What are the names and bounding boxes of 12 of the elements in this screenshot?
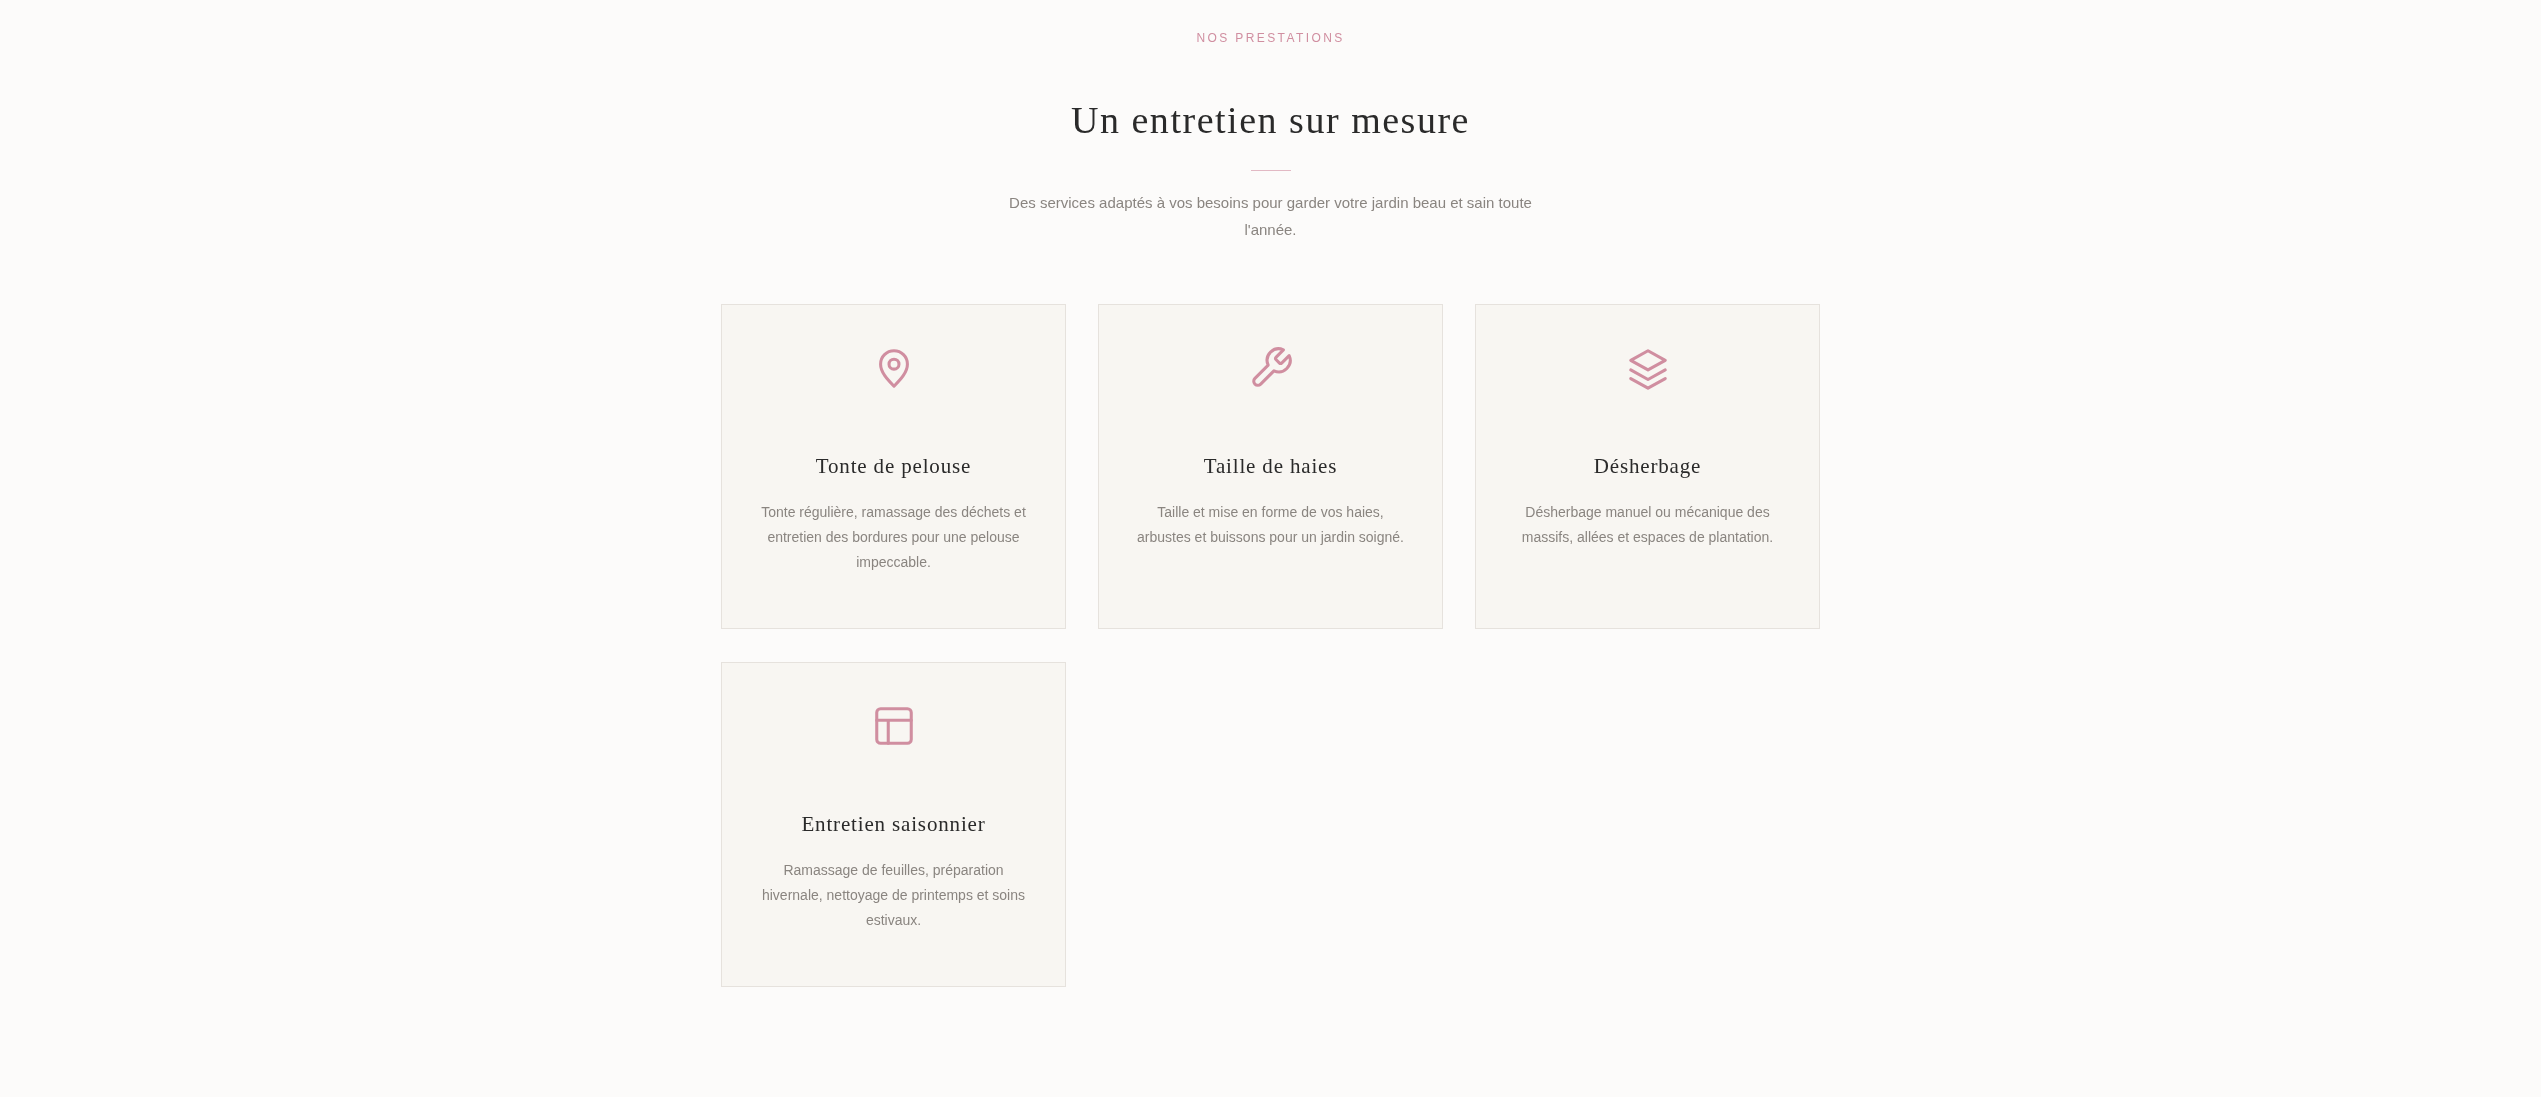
service-title: Désherbage	[1593, 453, 1702, 479]
section-eyebrow: NOS PRESTATIONS	[1196, 31, 1345, 45]
service-description: Tonte régulière, ramassage des déchets et entretien des bordures pour une pelouse impeccable.	[760, 503, 1027, 572]
service-title: Tonte de pelouse	[815, 453, 972, 479]
service-description: Taille et mise en forme de vos haies, arbustes et buissons pour un jardin soigné.	[1136, 503, 1405, 547]
section-title: Un entretien sur mesure	[1071, 98, 1470, 143]
service-title: Entretien saisonnier	[801, 811, 986, 837]
service-title: Taille de haies	[1203, 453, 1338, 479]
service-description: Ramassage de feuilles, préparation hivernale, nettoyage de printemps et soins estivaux.	[760, 861, 1026, 930]
service-description: Désherbage manuel ou mécanique des massifs, allées et espaces de plantation.	[1520, 503, 1775, 547]
section-subtitle: Des services adaptés à vos besoins pour garder votre jardin beau et sain toute l'année.	[1008, 193, 1533, 240]
divider	[1250, 170, 1291, 171]
